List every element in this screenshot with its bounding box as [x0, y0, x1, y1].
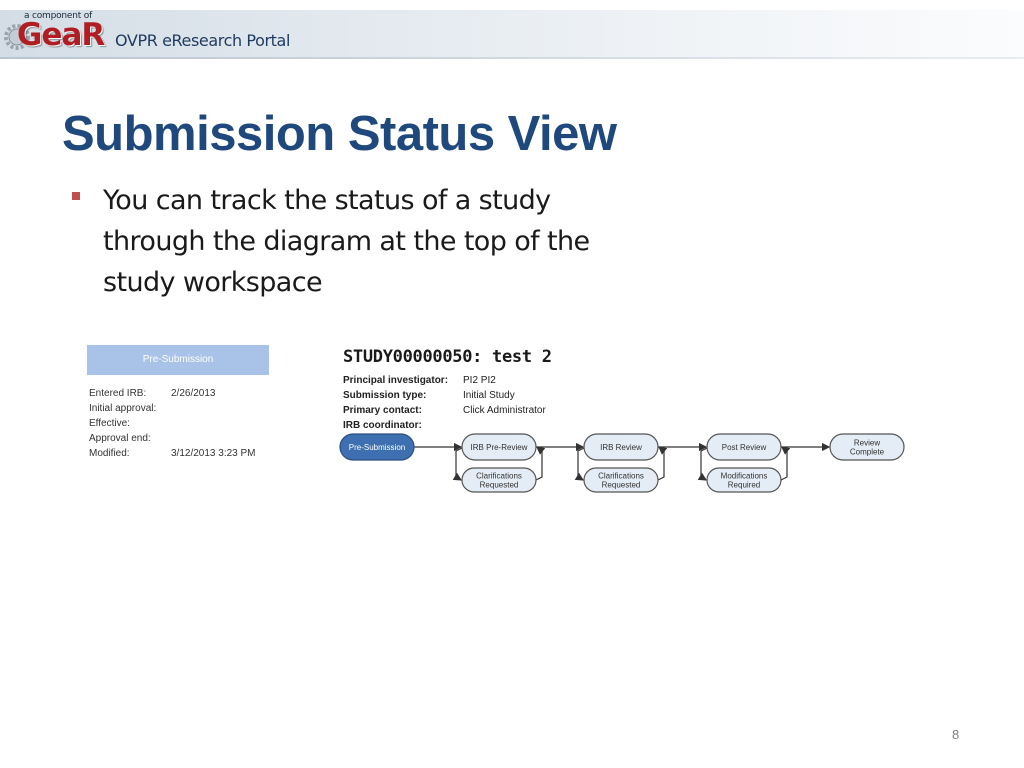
study-field-row: Primary contact: Click Administrator	[343, 403, 546, 418]
info-label: Effective:	[89, 418, 130, 429]
slide-title: Submission Status View	[62, 107, 617, 161]
info-label: Entered IRB:	[89, 388, 147, 399]
info-label: Initial approval:	[89, 403, 157, 414]
workflow-side-step-label: Modifications	[721, 472, 768, 481]
info-row: Effective:	[89, 418, 256, 433]
study-field-value: Initial Study	[463, 390, 515, 401]
workflow-step-label: Pre-Submission	[349, 443, 405, 452]
info-row: Modified: 3/12/2013 3:23 PM	[89, 448, 256, 463]
info-value: 3/12/2013 3:23 PM	[171, 448, 256, 459]
workflow-side-step-label: Requested	[602, 481, 641, 490]
bullet-square-icon	[72, 192, 80, 200]
workflow-step-label: Post Review	[722, 443, 767, 452]
info-row: Initial approval:	[89, 403, 256, 418]
info-value: 2/26/2013	[171, 388, 216, 399]
workflow-return-arrow	[657, 446, 668, 481]
workflow-step-label: Review	[854, 439, 880, 448]
status-info-table: Entered IRB: 2/26/2013 Initial approval:…	[89, 388, 256, 463]
workflow-side-step-label: Required	[728, 481, 760, 490]
workflow-return-arrow	[535, 446, 546, 481]
study-field-value[interactable]: PI2 PI2	[463, 373, 546, 388]
bullet-text: You can track the status of a study thro…	[103, 185, 590, 298]
workflow-side-step-label: Requested	[480, 481, 519, 490]
workflow-side-step-label: Clarifications	[598, 472, 644, 481]
workflow-step-label: IRB Review	[600, 443, 642, 452]
study-field-label: Primary contact:	[343, 405, 422, 416]
info-value	[171, 403, 256, 418]
study-field-row: Submission type: Initial Study	[343, 388, 546, 403]
workflow-side-step-label: Clarifications	[476, 472, 522, 481]
study-field-label: Principal investigator:	[343, 375, 449, 386]
page-number: 8	[952, 727, 960, 742]
info-row: Entered IRB: 2/26/2013	[89, 388, 256, 403]
header-divider	[0, 57, 1024, 59]
info-label: Approval end:	[89, 433, 151, 444]
study-field-label: Submission type:	[343, 390, 427, 401]
portal-name[interactable]: OVPR eResearch Portal	[115, 31, 290, 50]
info-label: Modified:	[89, 448, 130, 459]
study-fields-table: Principal investigator: PI2 PI2 Submissi…	[343, 373, 546, 433]
status-indicator: Pre-Submission	[87, 345, 269, 375]
study-field-value[interactable]: Click Administrator	[463, 403, 546, 418]
info-row: Approval end:	[89, 433, 256, 448]
workflow-step-label: IRB Pre-Review	[471, 443, 528, 452]
workflow-step-label: Complete	[850, 448, 885, 457]
info-value	[171, 433, 256, 448]
workflow-return-arrow	[780, 446, 791, 481]
study-title: STUDY00000050: test 2	[343, 347, 552, 367]
workflow-diagram: Pre-Submission IRB Pre-Review IRB Review Po…	[339, 433, 905, 493]
info-value	[171, 418, 256, 433]
gear-logo[interactable]: GeaR	[17, 17, 105, 53]
study-field-row: Principal investigator: PI2 PI2	[343, 373, 546, 388]
